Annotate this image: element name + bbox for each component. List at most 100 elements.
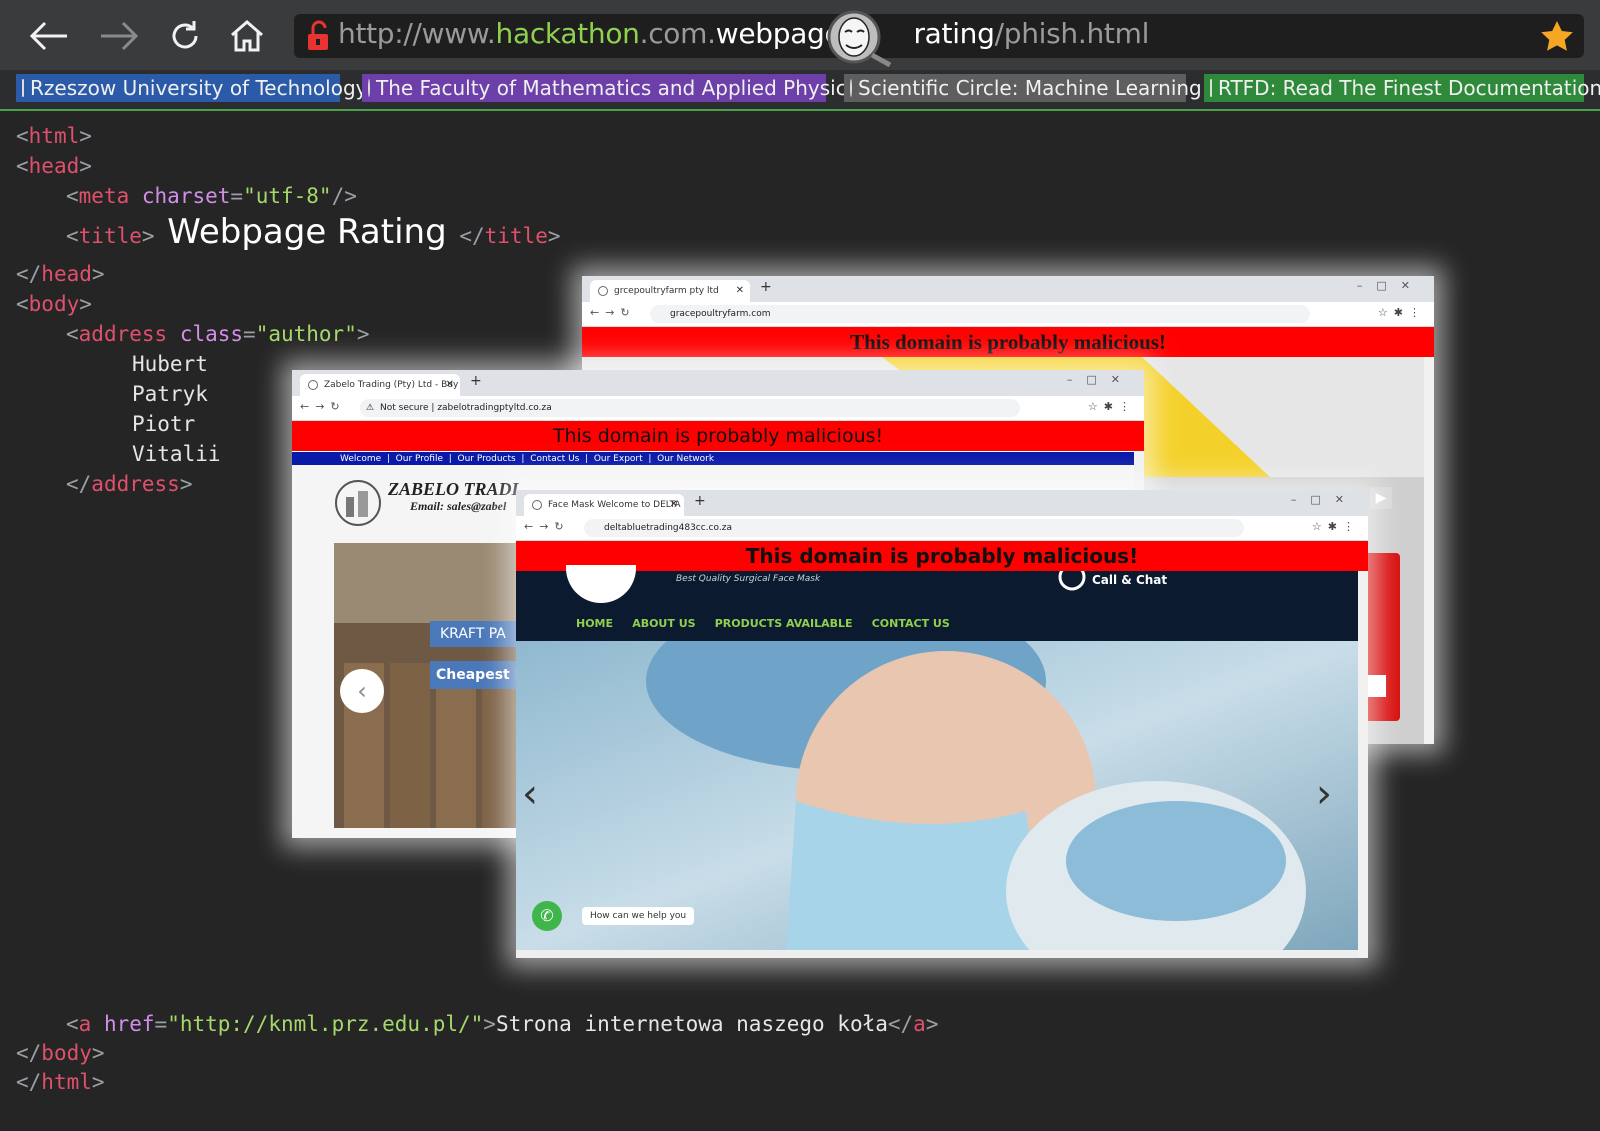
code-line-head-open: <head>: [16, 154, 92, 178]
link-text: Strona internetowa naszego koła: [495, 1012, 888, 1036]
home-icon: [231, 20, 263, 52]
code-line-html-close: </html>: [16, 1070, 105, 1094]
phone-chat-icon: [1058, 571, 1086, 591]
browser-tab[interactable]: Face Mask Welcome to DELTA BL ✕: [524, 494, 684, 516]
bookmark-faculty-mathematics[interactable]: The Faculty of Mathematics and Applied P…: [362, 74, 857, 102]
nav-arrows-icon[interactable]: ←→↻: [300, 400, 346, 413]
warehouse-image: KRAFT PA Cheapest K ‹: [334, 543, 518, 828]
code-line-body-close: </body>: [16, 1041, 105, 1065]
code-line-html-open: <html>: [16, 124, 92, 148]
company-logo-icon: [335, 480, 381, 526]
reload-button[interactable]: [162, 14, 208, 58]
menu-item[interactable]: HOME: [576, 617, 613, 630]
hero-image-surgeons: ‹ › ✆ How can we help you: [516, 591, 1358, 958]
new-tab-icon[interactable]: +: [694, 493, 706, 509]
author-name: Hubert: [132, 352, 208, 376]
bookmark-rtfd[interactable]: RTFD: Read The Finest Documentation: [1204, 74, 1600, 102]
anonymous-mask-magnifier-icon: [827, 10, 892, 67]
banner-label: KRAFT PA: [430, 621, 518, 647]
site-nav-item[interactable]: Welcome: [340, 454, 381, 464]
window-controls[interactable]: –□✕: [1357, 279, 1424, 292]
browser-tab[interactable]: grcepoultryfarm pty ltd ✕: [590, 280, 750, 302]
menu-item[interactable]: ABOUT US: [632, 617, 695, 630]
code-line-head-close: </head>: [16, 262, 105, 286]
globe-icon: [532, 500, 542, 510]
circle-logo-icon: [850, 79, 852, 97]
code-line-address-open: <address class="author">: [66, 322, 370, 346]
site-nav-item[interactable]: Contact Us: [530, 454, 579, 464]
code-line-address-close: </address>: [66, 472, 193, 496]
code-line-body-open: <body>: [16, 292, 92, 316]
site-logo: [566, 565, 636, 603]
site-tagline: Best Quality Surgical Face Mask: [676, 574, 821, 584]
nav-arrows-icon[interactable]: ←→↻: [590, 306, 636, 319]
company-name: ZABELO TRADI: [388, 479, 519, 499]
close-tab-icon[interactable]: ✕: [670, 494, 678, 516]
back-button[interactable]: [26, 14, 72, 58]
code-line-anchor[interactable]: <a href="http://knml.prz.edu.pl/">Strona…: [66, 1012, 938, 1036]
slider-next-icon[interactable]: ▶: [1370, 487, 1392, 509]
address-field[interactable]: ⚠ Not secure | zabelotradingptyltd.co.za: [360, 399, 1020, 417]
bookmark-star-icon[interactable]: [1540, 20, 1574, 52]
new-tab-icon[interactable]: +: [760, 279, 772, 295]
author-name: Patryk: [132, 382, 208, 406]
screenshot-window-deltablue: Face Mask Welcome to DELTA BL ✕ + –□✕ ←→↻…: [516, 490, 1368, 958]
site-menu: HOME ABOUT US PRODUCTS AVAILABLE CONTACT…: [576, 617, 950, 630]
menu-item[interactable]: PRODUCTS AVAILABLE: [715, 617, 853, 630]
code-line-title: <title> Webpage Rating </title>: [66, 212, 561, 252]
warning-triangle-icon: ⚠: [366, 403, 375, 413]
close-tab-icon[interactable]: ✕: [446, 374, 454, 396]
arrow-right-icon: [101, 21, 139, 51]
carousel-prev-icon[interactable]: ‹: [522, 771, 538, 817]
bookmark-scientific-circle[interactable]: Scientific Circle: Machine Learning: [844, 74, 1202, 102]
nav-arrows-icon[interactable]: ←→↻: [524, 520, 570, 533]
home-button[interactable]: [224, 14, 270, 58]
scrollbar[interactable]: [1424, 357, 1434, 744]
address-field[interactable]: deltabluetrading483cc.co.za: [584, 519, 1244, 537]
page-title: Webpage Rating: [167, 212, 447, 252]
address-bar[interactable]: http://www.hackathon.com.webpage rating/p…: [294, 10, 1584, 67]
browser-toolbar: http://www.hackathon.com.webpage rating/p…: [0, 0, 1600, 70]
toolbar-icons[interactable]: ☆✱⋮: [1312, 520, 1360, 533]
malicious-warning-banner: This domain is probably malicious!: [582, 327, 1434, 357]
whatsapp-icon[interactable]: ✆: [532, 901, 562, 931]
browser-tab[interactable]: Zabelo Trading (Pty) Ltd - Buy C ✕: [300, 374, 460, 396]
malicious-warning-banner: This domain is probably malicious!: [292, 421, 1144, 451]
company-email: Email: sales@zabel: [410, 499, 507, 513]
forward-button[interactable]: [96, 14, 142, 58]
site-header: Best Quality Surgical Face Mask Call & C…: [516, 565, 1358, 641]
banner-label: Cheapest K: [430, 661, 518, 689]
globe-icon: [598, 286, 608, 296]
author-name: Vitalii: [132, 442, 221, 466]
site-nav-item[interactable]: Our Profile: [396, 454, 443, 464]
arrow-left-icon: [29, 21, 67, 51]
menu-item[interactable]: CONTACT US: [872, 617, 950, 630]
document-icon: [1210, 79, 1212, 97]
author-name: Piotr: [132, 412, 196, 436]
site-nav-item[interactable]: Our Export: [594, 454, 643, 464]
unlocked-padlock-icon: [308, 20, 328, 50]
site-nav-item[interactable]: Our Products: [457, 454, 515, 464]
chat-prompt[interactable]: How can we help you: [582, 907, 695, 925]
carousel-next-icon[interactable]: ›: [1316, 771, 1332, 817]
url-text: http://www.hackathon.com.webpage rating/p…: [338, 17, 1150, 50]
site-nav-bar: Welcome | Our Profile | Our Products | C…: [292, 451, 1134, 465]
site-nav-item[interactable]: Our Network: [657, 454, 714, 464]
code-line-meta: <meta charset="utf-8"/>: [66, 184, 357, 208]
window-controls[interactable]: –□✕: [1067, 373, 1134, 386]
atom-icon: [368, 79, 370, 97]
scrollbar[interactable]: [1358, 571, 1368, 958]
carousel-prev-icon[interactable]: ‹: [340, 669, 384, 713]
horizontal-scrollbar[interactable]: [516, 950, 1358, 958]
close-tab-icon[interactable]: ✕: [736, 280, 744, 302]
bookmark-rzeszow-university[interactable]: Rzeszow University of Technology: [16, 74, 367, 102]
toolbar-icons[interactable]: ☆✱⋮: [1088, 400, 1136, 413]
new-tab-icon[interactable]: +: [470, 373, 482, 389]
address-field[interactable]: gracepoultryfarm.com: [650, 305, 1310, 323]
reload-icon: [172, 21, 198, 49]
malicious-warning-banner: This domain is probably malicious!: [516, 541, 1368, 571]
document-icon: [308, 380, 318, 390]
window-controls[interactable]: –□✕: [1291, 493, 1358, 506]
toolbar-icons[interactable]: ☆✱⋮: [1378, 306, 1426, 319]
call-chat-label: Call & Chat: [1092, 573, 1168, 587]
